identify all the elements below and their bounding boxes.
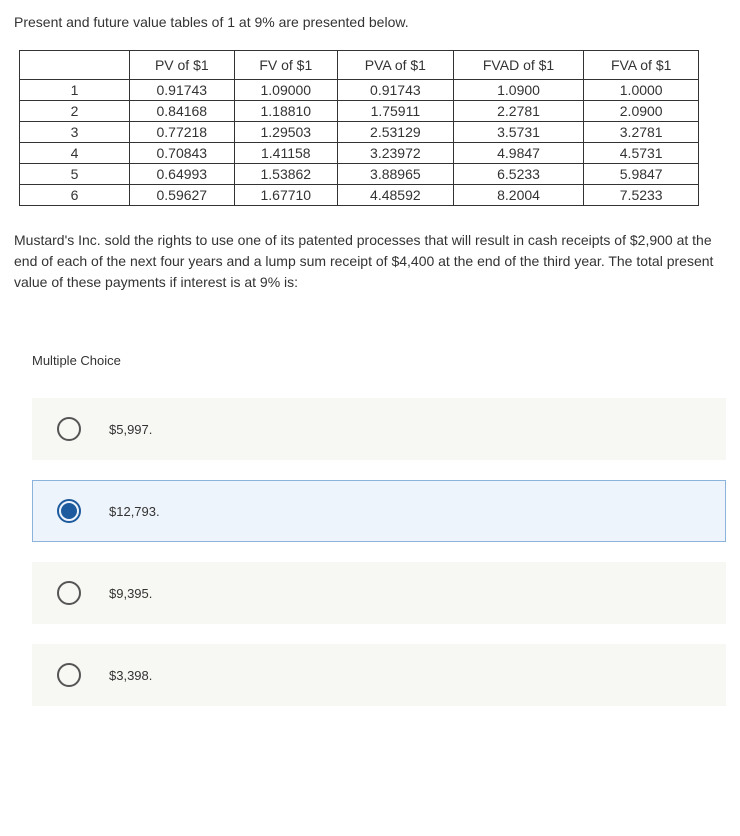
header-pva: PVA of $1 (338, 51, 454, 80)
option-label: $5,997. (109, 422, 152, 437)
cell-fvad: 4.9847 (453, 143, 584, 164)
cell-n: 4 (20, 143, 130, 164)
cell-n: 5 (20, 164, 130, 185)
cell-pva: 4.48592 (338, 185, 454, 206)
cell-fva: 7.5233 (584, 185, 699, 206)
cell-fva: 3.2781 (584, 122, 699, 143)
cell-fv: 1.29503 (234, 122, 337, 143)
cell-pva: 0.91743 (338, 80, 454, 101)
table-row: 60.596271.677104.485928.20047.5233 (20, 185, 699, 206)
cell-pva: 1.75911 (338, 101, 454, 122)
header-fv: FV of $1 (234, 51, 337, 80)
radio-icon[interactable] (57, 499, 81, 523)
cell-pv: 0.59627 (130, 185, 235, 206)
header-fva: FVA of $1 (584, 51, 699, 80)
multiple-choice-label: Multiple Choice (32, 353, 726, 368)
cell-n: 1 (20, 80, 130, 101)
option-row[interactable]: $9,395. (32, 562, 726, 624)
cell-fva: 2.0900 (584, 101, 699, 122)
header-pv: PV of $1 (130, 51, 235, 80)
cell-pv: 0.91743 (130, 80, 235, 101)
cell-fvad: 1.0900 (453, 80, 584, 101)
cell-fvad: 2.2781 (453, 101, 584, 122)
cell-pva: 3.88965 (338, 164, 454, 185)
table-row: 20.841681.188101.759112.27812.0900 (20, 101, 699, 122)
cell-pv: 0.64993 (130, 164, 235, 185)
cell-fvad: 6.5233 (453, 164, 584, 185)
cell-fvad: 8.2004 (453, 185, 584, 206)
cell-n: 2 (20, 101, 130, 122)
option-label: $3,398. (109, 668, 152, 683)
table-row: 10.917431.090000.917431.09001.0000 (20, 80, 699, 101)
radio-icon[interactable] (57, 417, 81, 441)
value-table: PV of $1 FV of $1 PVA of $1 FVAD of $1 F… (19, 50, 699, 206)
cell-pv: 0.70843 (130, 143, 235, 164)
cell-fv: 1.18810 (234, 101, 337, 122)
radio-fill-icon (61, 503, 77, 519)
table-header-row: PV of $1 FV of $1 PVA of $1 FVAD of $1 F… (20, 51, 699, 80)
cell-fv: 1.09000 (234, 80, 337, 101)
question-text: Mustard's Inc. sold the rights to use on… (14, 230, 726, 293)
option-row[interactable]: $12,793. (32, 480, 726, 542)
cell-fv: 1.53862 (234, 164, 337, 185)
table-row: 40.708431.411583.239724.98474.5731 (20, 143, 699, 164)
cell-pv: 0.84168 (130, 101, 235, 122)
radio-icon[interactable] (57, 663, 81, 687)
header-fvad: FVAD of $1 (453, 51, 584, 80)
header-empty (20, 51, 130, 80)
cell-pva: 2.53129 (338, 122, 454, 143)
cell-fv: 1.41158 (234, 143, 337, 164)
cell-pv: 0.77218 (130, 122, 235, 143)
cell-n: 6 (20, 185, 130, 206)
option-row[interactable]: $5,997. (32, 398, 726, 460)
cell-pva: 3.23972 (338, 143, 454, 164)
cell-fva: 5.9847 (584, 164, 699, 185)
option-row[interactable]: $3,398. (32, 644, 726, 706)
option-label: $12,793. (109, 504, 160, 519)
table-row: 50.649931.538623.889656.52335.9847 (20, 164, 699, 185)
option-label: $9,395. (109, 586, 152, 601)
cell-fvad: 3.5731 (453, 122, 584, 143)
intro-text: Present and future value tables of 1 at … (14, 14, 726, 30)
cell-fva: 1.0000 (584, 80, 699, 101)
table-row: 30.772181.295032.531293.57313.2781 (20, 122, 699, 143)
radio-icon[interactable] (57, 581, 81, 605)
cell-fva: 4.5731 (584, 143, 699, 164)
cell-fv: 1.67710 (234, 185, 337, 206)
cell-n: 3 (20, 122, 130, 143)
